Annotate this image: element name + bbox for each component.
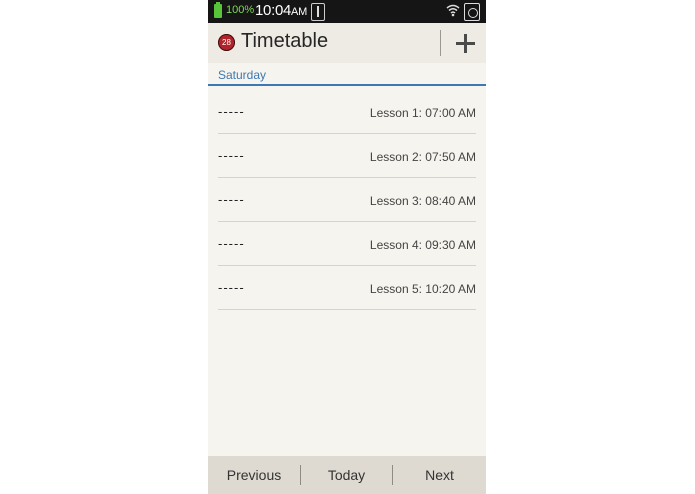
lesson-time: Lesson 4: 09:30 AM: [369, 238, 476, 252]
list-item[interactable]: ----- Lesson 1: 07:00 AM: [218, 90, 476, 134]
page-title: Timetable: [241, 30, 329, 52]
list-item[interactable]: ----- Lesson 2: 07:50 AM: [218, 134, 476, 178]
list-item[interactable]: ----- Lesson 5: 10:20 AM: [218, 266, 476, 310]
app-icon: 28: [218, 34, 235, 51]
today-button[interactable]: Today: [301, 456, 392, 494]
lesson-subject: -----: [218, 192, 245, 207]
next-button[interactable]: Next: [393, 456, 486, 494]
lesson-time: Lesson 1: 07:00 AM: [369, 106, 476, 120]
status-clock: 10:04AM: [255, 2, 307, 19]
lesson-list: ----- Lesson 1: 07:00 AM ----- Lesson 2:…: [218, 90, 476, 310]
lesson-subject: -----: [218, 280, 245, 295]
lesson-subject: -----: [218, 236, 245, 251]
phone-screen: 100% 10:04AM 28 Timetable Saturday -----…: [208, 0, 486, 494]
list-item[interactable]: ----- Lesson 4: 09:30 AM: [218, 222, 476, 266]
status-bar: 100% 10:04AM: [208, 0, 486, 23]
section-header: Saturday: [208, 63, 486, 86]
previous-button[interactable]: Previous: [208, 456, 300, 494]
battery-icon: [214, 2, 222, 18]
sync-icon: [464, 3, 480, 21]
action-bar: 28 Timetable: [208, 23, 486, 63]
day-label: Saturday: [218, 68, 267, 82]
add-button[interactable]: [448, 23, 486, 63]
clock-time: 10:04: [255, 2, 292, 19]
bottom-nav-bar: Previous Today Next: [208, 456, 486, 494]
action-bar-divider: [440, 30, 441, 56]
lesson-subject: -----: [218, 104, 245, 119]
wifi-icon: [446, 4, 460, 17]
lesson-time: Lesson 5: 10:20 AM: [369, 282, 476, 296]
clock-ampm: AM: [291, 6, 307, 18]
lesson-time: Lesson 3: 08:40 AM: [369, 194, 476, 208]
lesson-time: Lesson 2: 07:50 AM: [369, 150, 476, 164]
battery-percent: 100%: [226, 4, 255, 16]
usb-icon: [311, 3, 325, 21]
list-item[interactable]: ----- Lesson 3: 08:40 AM: [218, 178, 476, 222]
lesson-subject: -----: [218, 148, 245, 163]
